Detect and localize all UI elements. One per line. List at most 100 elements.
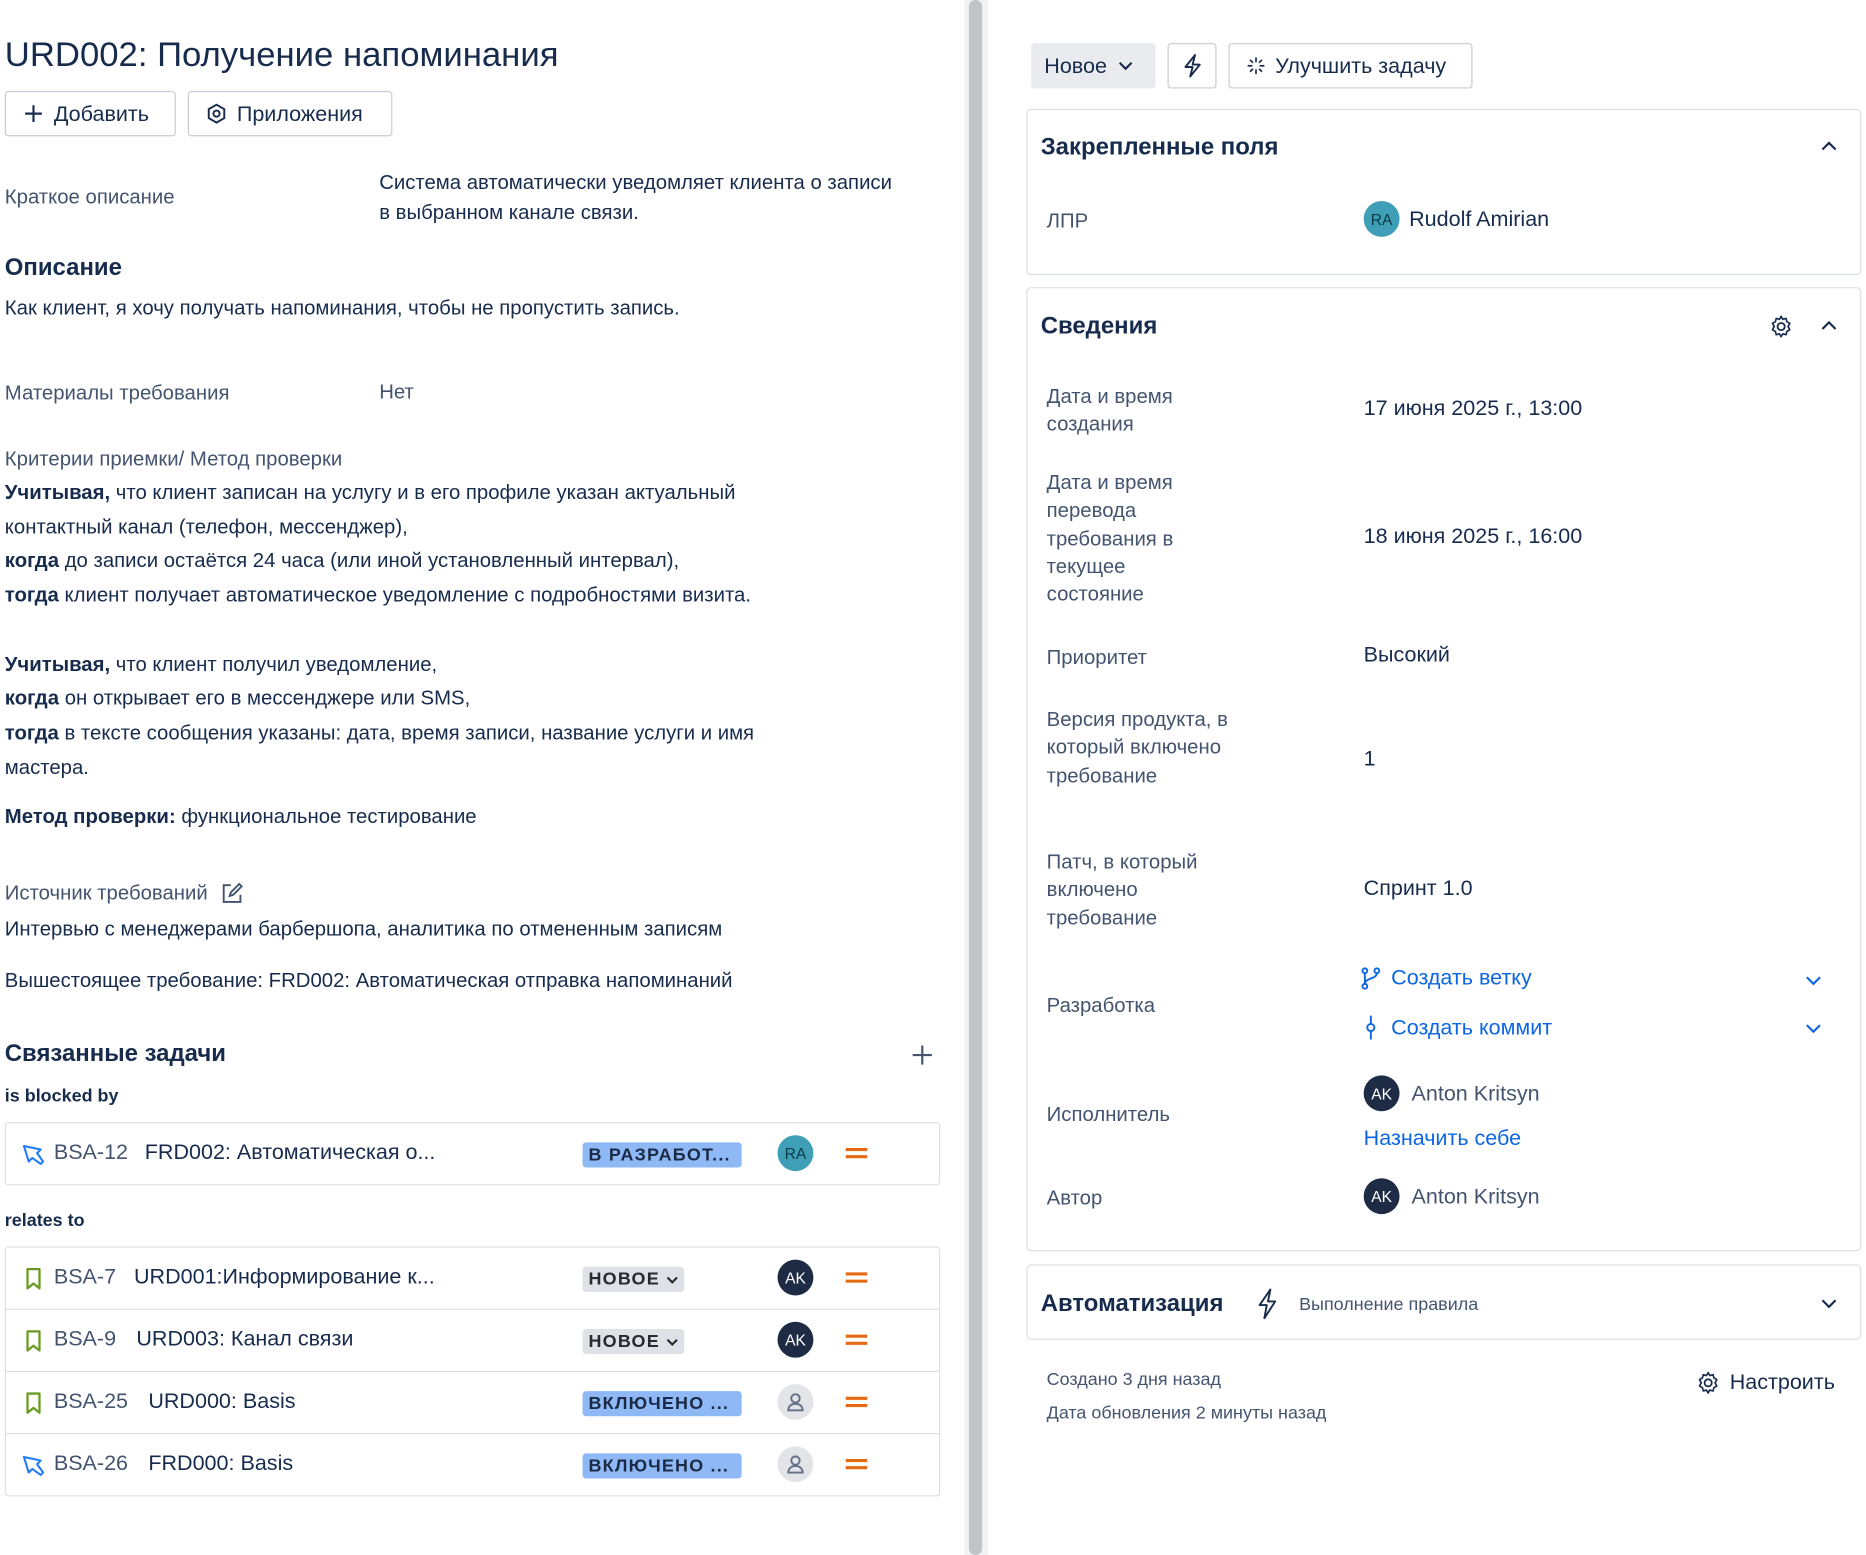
bookmark-icon: [26, 1268, 41, 1290]
branch-icon: [1361, 966, 1381, 990]
rule-execution-label: Выполнение правила: [1299, 1294, 1479, 1315]
status-lozenge[interactable]: ВКЛЮЧЕНО ...: [582, 1453, 742, 1479]
source-label: Источник требований: [4, 881, 208, 905]
chevron-down-icon: [666, 1338, 678, 1347]
criteria-heading: Критерии приемки/ Метод проверки: [4, 447, 343, 471]
person-icon: [787, 1393, 804, 1412]
panel-resizer[interactable]: [964, 0, 989, 1555]
relates-to-list: BSA-7 URD001:Информирование к... НОВОЕ A…: [4, 1246, 941, 1497]
verification-method[interactable]: Метод проверки: функциональное тестирова…: [5, 805, 477, 829]
linked-issue-row[interactable]: BSA-25 URD000: Basis ВКЛЮЧЕНО ...: [5, 1372, 940, 1435]
configure-button[interactable]: Настроить: [1696, 1370, 1835, 1395]
priority-label: Приоритет: [1046, 645, 1147, 669]
status-dropdown[interactable]: Новое: [1031, 43, 1156, 89]
issue-summary[interactable]: FRD002: Автоматическая о...: [145, 1140, 436, 1165]
lpr-label: ЛПР: [1046, 209, 1089, 233]
materials-value[interactable]: Нет: [379, 380, 414, 404]
lpr-user[interactable]: RA Rudolf Amirian: [1363, 200, 1550, 237]
add-link-plus-icon[interactable]: [910, 1043, 934, 1067]
priority-value[interactable]: Высокий: [1364, 642, 1450, 667]
issue-summary[interactable]: FRD000: Basis: [148, 1451, 293, 1476]
add-button-label: Добавить: [53, 101, 150, 126]
avatar: RA: [777, 1135, 814, 1172]
issue-key[interactable]: BSA-12: [54, 1140, 128, 1165]
description-text[interactable]: Как клиент, я хочу получать напоминания,…: [5, 293, 680, 323]
author-user[interactable]: AK Anton Kritsyn: [1363, 1178, 1540, 1215]
short-description-value[interactable]: Система автоматически уведомляет клиента…: [379, 167, 905, 227]
bookmark-icon: [26, 1392, 41, 1414]
chevron-down-icon[interactable]: [1821, 1298, 1838, 1310]
source-text[interactable]: Интервью с менеджерами барбершопа, анали…: [5, 914, 722, 944]
status-lozenge[interactable]: НОВОЕ: [582, 1328, 685, 1355]
create-branch-link[interactable]: Создать ветку: [1360, 965, 1532, 990]
version-label: Версия продукта, в который включено треб…: [1046, 708, 1228, 787]
sparkle-icon: [1247, 57, 1265, 75]
lightning-icon: [1258, 1288, 1277, 1320]
parent-requirement[interactable]: Вышестоящее требование: FRD002: Автомати…: [5, 965, 733, 995]
assign-to-me-link[interactable]: Назначить себе: [1364, 1126, 1521, 1151]
status-label: Новое: [1044, 53, 1107, 78]
chevron-down-icon: [666, 1276, 678, 1284]
status-lozenge[interactable]: В РАЗРАБОТ...: [582, 1142, 742, 1168]
unassigned-avatar: [777, 1446, 814, 1483]
relates-to-label: relates to: [4, 1210, 85, 1231]
transition-value[interactable]: 18 июня 2025 г., 16:00: [1364, 524, 1583, 549]
add-button[interactable]: Добавить: [4, 90, 176, 137]
priority-medium-icon: [845, 1272, 868, 1283]
scrollbar-thumb[interactable]: [968, 0, 983, 1555]
configure-label: Настроить: [1729, 1369, 1835, 1394]
development-label: Разработка: [1046, 994, 1156, 1017]
issue-key[interactable]: BSA-26: [54, 1451, 128, 1476]
lpr-name: Rudolf Amirian: [1409, 206, 1550, 231]
assignee-name: Anton Kritsyn: [1411, 1080, 1540, 1105]
issue-summary[interactable]: URD003: Канал связи: [136, 1327, 353, 1352]
issue-key[interactable]: BSA-25: [54, 1389, 128, 1414]
description-heading: Описание: [4, 254, 122, 282]
issue-summary[interactable]: URD001:Информирование к...: [134, 1264, 435, 1289]
avatar: AK: [777, 1259, 814, 1296]
materials-label: Материалы требования: [4, 381, 230, 405]
chevron-up-icon[interactable]: [1821, 140, 1838, 152]
avatar: RA: [1363, 200, 1400, 237]
create-commit-link[interactable]: Создать коммит: [1360, 1014, 1552, 1040]
linked-issue-row[interactable]: BSA-9 URD003: Канал связи НОВОЕ AK: [5, 1310, 940, 1373]
assignee-user[interactable]: AK Anton Kritsyn: [1363, 1075, 1540, 1112]
chevron-down-icon[interactable]: [1805, 975, 1822, 987]
issue-key[interactable]: BSA-9: [54, 1327, 116, 1352]
issue-title[interactable]: URD002: Получение напоминания: [5, 36, 559, 75]
priority-medium-icon: [845, 1334, 868, 1345]
status-lozenge[interactable]: НОВОЕ: [582, 1266, 685, 1292]
improve-issue-label: Улучшить задачу: [1275, 53, 1447, 78]
person-icon: [787, 1455, 804, 1474]
linked-issue-row[interactable]: BSA-7 URD001:Информирование к... НОВОЕ A…: [5, 1248, 940, 1310]
details-panel: Сведения Дата и время создания 17 июня 2…: [1026, 287, 1862, 1252]
linked-issue-row[interactable]: BSA-26 FRD000: Basis ВКЛЮЧЕНО ...: [6, 1434, 939, 1495]
avatar: AK: [1363, 1178, 1400, 1215]
chevron-up-icon[interactable]: [1821, 319, 1838, 331]
issue-summary[interactable]: URD000: Basis: [148, 1389, 295, 1414]
apps-hexagon-icon: [207, 103, 226, 124]
linked-issue-row[interactable]: BSA-12 FRD002: Автоматическая о... В РАЗ…: [6, 1123, 939, 1184]
chevron-down-icon[interactable]: [1805, 1023, 1822, 1035]
priority-medium-icon: [845, 1459, 868, 1470]
assignee-label: Исполнитель: [1046, 1102, 1170, 1126]
criteria-text[interactable]: Учитывая, что клиент записан на услугу и…: [5, 476, 950, 785]
automation-button[interactable]: [1167, 43, 1217, 89]
version-value[interactable]: 1: [1364, 746, 1376, 771]
automation-panel[interactable]: Автоматизация Выполнение правила: [1026, 1264, 1862, 1340]
improve-issue-button[interactable]: Улучшить задачу: [1228, 43, 1473, 89]
avatar: AK: [1363, 1075, 1400, 1112]
pinned-fields-panel: Закрепленные поля ЛПР RA Rudolf Amirian: [1026, 108, 1862, 276]
edit-icon[interactable]: [220, 882, 244, 906]
gear-icon: [1698, 1371, 1718, 1394]
apps-button[interactable]: Приложения: [187, 90, 393, 137]
created-value[interactable]: 17 июня 2025 г., 13:00: [1364, 396, 1583, 421]
created-ago: Создано 3 дня назад: [1046, 1369, 1221, 1390]
patch-label: Патч, в который включено требование: [1046, 850, 1198, 929]
status-lozenge[interactable]: ВКЛЮЧЕНО ...: [582, 1391, 742, 1417]
gear-icon[interactable]: [1769, 315, 1793, 339]
chevron-down-icon: [1119, 62, 1133, 71]
patch-value[interactable]: Спринт 1.0: [1364, 876, 1473, 901]
issue-key[interactable]: BSA-7: [54, 1264, 116, 1289]
plus-icon: [25, 105, 42, 123]
